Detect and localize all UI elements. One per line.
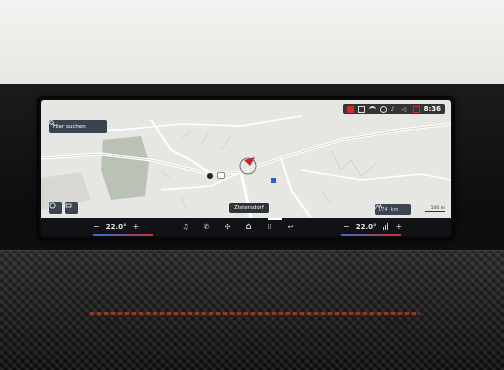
temp-left-decrease[interactable]: − — [93, 222, 100, 231]
side-road — [300, 169, 451, 181]
temp-left-increase[interactable]: + — [132, 222, 139, 231]
layers-icon — [49, 202, 56, 209]
navigation-map[interactable]: ♪ ◁ 8:36 Hier suchen Zistersdorf 174 km … — [41, 100, 451, 218]
notification-icon[interactable] — [346, 105, 354, 113]
temp-left-indicator — [93, 234, 153, 236]
range-icon — [375, 204, 382, 209]
side-road — [280, 157, 312, 218]
climate-right: − 22.0° + — [343, 221, 402, 232]
range-button[interactable]: 174 km — [375, 204, 411, 215]
wifi-icon — [368, 105, 376, 113]
search-input[interactable]: Hier suchen — [49, 120, 107, 133]
map-roads — [41, 115, 451, 218]
traffic-icon — [65, 203, 72, 208]
side-road — [160, 171, 242, 191]
traffic-button[interactable] — [65, 202, 78, 214]
destination-name[interactable]: Zistersdorf — [229, 203, 269, 213]
apps-icon[interactable]: ⁞⁞ — [265, 223, 274, 232]
forest-area — [101, 136, 149, 200]
clock: 8:36 — [423, 105, 441, 113]
search-placeholder: Hier suchen — [53, 123, 86, 130]
minor-roads — [330, 149, 377, 177]
seat-heat-icon — [379, 105, 387, 113]
temp-right-decrease[interactable]: − — [343, 222, 350, 231]
seat-heat-icon[interactable] — [382, 223, 389, 230]
volume-icon: ◁ — [401, 105, 407, 113]
bottom-control-bar: − 22.0° + ♫ ✆ ✣ ⌂ ⁞⁞ ↩ − 22.0° + — [41, 218, 451, 236]
background-wall — [0, 0, 504, 92]
status-bar: ♪ ◁ 8:36 — [342, 104, 445, 114]
music-status-icon: ♪ — [390, 105, 395, 113]
temp-left-value[interactable]: 22.0° — [106, 223, 127, 231]
home-active-indicator — [268, 218, 282, 220]
search-icon — [49, 120, 55, 126]
music-icon[interactable]: ♫ — [181, 223, 190, 232]
temp-right-indicator — [341, 234, 401, 236]
climate-left: − 22.0° + — [93, 221, 139, 232]
home-icon[interactable]: ⌂ — [244, 222, 253, 232]
back-icon[interactable]: ↩ — [286, 223, 295, 232]
layers-button[interactable] — [49, 202, 62, 214]
infotainment-screen: ♪ ◁ 8:36 Hier suchen Zistersdorf 174 km … — [37, 96, 455, 240]
map-scale: 100 m — [425, 206, 445, 212]
destination-pin — [207, 173, 213, 179]
ambient-light-strip — [90, 312, 420, 315]
alert-icon — [412, 105, 420, 113]
phone-icon[interactable]: ✆ — [202, 223, 211, 232]
range-unit: km — [390, 206, 399, 213]
temp-right-increase[interactable]: + — [395, 222, 402, 231]
destination-callout[interactable] — [217, 172, 225, 179]
carbon-trim — [0, 250, 504, 370]
fan-icon[interactable]: ✣ — [223, 223, 232, 232]
poi-marker — [271, 178, 276, 183]
phone-status-icon — [357, 105, 365, 113]
main-nav: ♫ ✆ ✣ ⌂ ⁞⁞ ↩ — [181, 221, 295, 233]
temp-right-value[interactable]: 22.0° — [356, 223, 377, 231]
